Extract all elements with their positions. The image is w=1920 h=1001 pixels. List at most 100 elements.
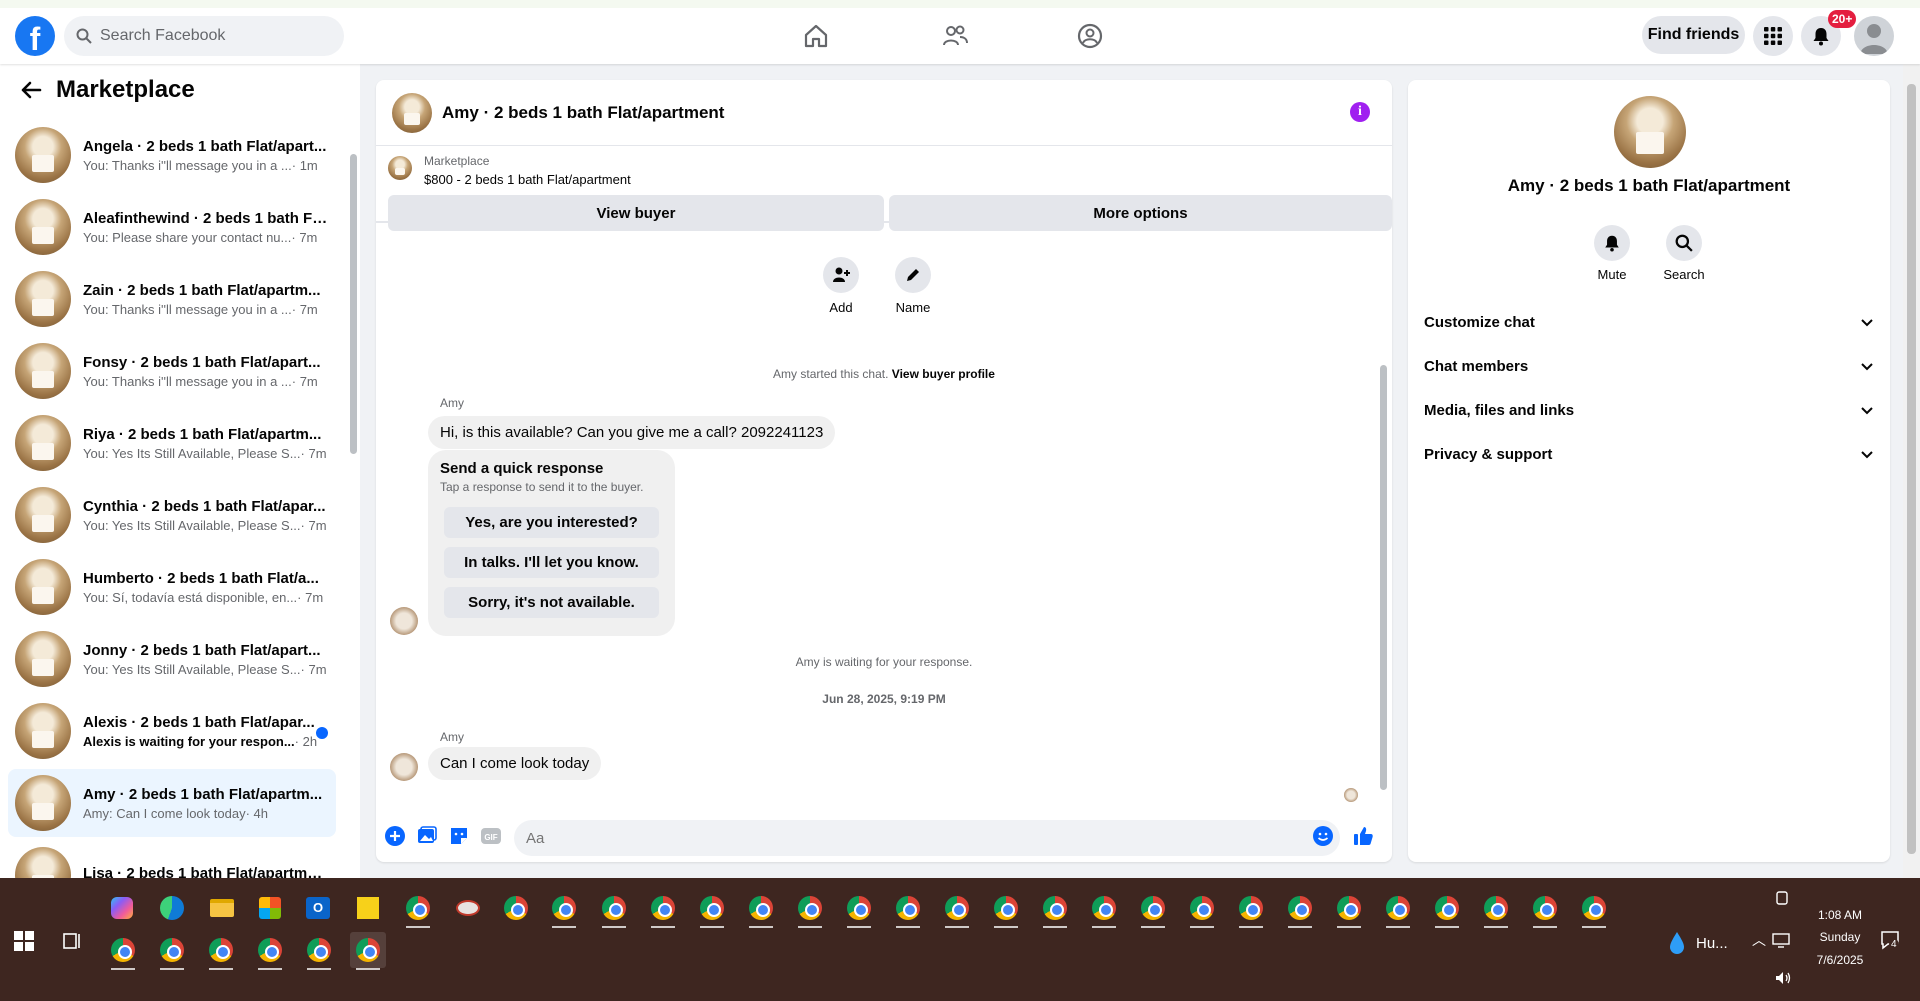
- buyer-avatar[interactable]: [390, 607, 418, 635]
- conversation-item[interactable]: Angela · 2 beds 1 bath Flat/apart... You:…: [8, 121, 336, 189]
- message-input[interactable]: [514, 820, 1340, 856]
- mute-action[interactable]: Mute: [1576, 225, 1648, 282]
- chrome-profile-icon[interactable]: [1429, 890, 1465, 928]
- chrome-profile-icon[interactable]: [792, 890, 828, 928]
- find-friends-button[interactable]: Find friends: [1642, 16, 1745, 54]
- chat-scrollbar[interactable]: [1380, 365, 1387, 790]
- conversation-item[interactable]: Alexis · 2 beds 1 bath Flat/apar... Alexi…: [8, 697, 336, 765]
- conversation-item[interactable]: Aleafinthewind · 2 beds 1 bath Fl... You:…: [8, 193, 336, 261]
- plus-circle-icon[interactable]: [384, 825, 406, 847]
- chrome-profile-icon[interactable]: [743, 890, 779, 928]
- outlook-icon[interactable]: O: [300, 890, 336, 926]
- menu-button[interactable]: [1753, 16, 1793, 56]
- page-scrollbar[interactable]: [1903, 64, 1920, 878]
- clock-day[interactable]: Sunday: [1806, 930, 1874, 944]
- chrome-profile-icon[interactable]: [400, 890, 436, 928]
- chrome-profile-icon[interactable]: [596, 890, 632, 928]
- volume-icon[interactable]: [1774, 970, 1792, 986]
- privacy-support-section[interactable]: Privacy & support: [1424, 434, 1874, 474]
- quick-reply-in-talks[interactable]: In talks. I'll let you know.: [444, 547, 659, 578]
- copilot-icon[interactable]: [104, 890, 140, 926]
- weather-widget[interactable]: Hu...: [1666, 930, 1728, 956]
- chevron-up-icon[interactable]: ︿: [1752, 930, 1766, 950]
- chrome-profile-icon[interactable]: [203, 932, 239, 970]
- chrome-profile-icon[interactable]: [1527, 890, 1563, 928]
- search-chat-action[interactable]: Search: [1648, 225, 1720, 282]
- network-icon[interactable]: [1772, 932, 1790, 948]
- chat-title[interactable]: Amy · 2 beds 1 bath Flat/apartment: [442, 103, 724, 123]
- chrome-profile-icon[interactable]: [546, 890, 582, 928]
- chat-members-section[interactable]: Chat members: [1424, 346, 1874, 386]
- chrome-profile-icon[interactable]: [694, 890, 730, 928]
- buyer-avatar[interactable]: [390, 753, 418, 781]
- quick-reply-interested[interactable]: Yes, are you interested?: [444, 507, 659, 538]
- chrome-profile-icon[interactable]: [301, 932, 337, 970]
- chrome-profile-icon[interactable]: [154, 932, 190, 970]
- app-icon[interactable]: [450, 890, 486, 926]
- friends-icon[interactable]: [941, 22, 969, 50]
- chrome-profile-icon[interactable]: [252, 932, 288, 970]
- conversation-item-active[interactable]: Amy · 2 beds 1 bath Flat/apartm... Amy: C…: [8, 769, 336, 837]
- conversation-item[interactable]: Fonsy · 2 beds 1 bath Flat/apart... You: …: [8, 337, 336, 405]
- chrome-profile-icon-active[interactable]: [350, 932, 386, 970]
- conversation-item[interactable]: Humberto · 2 beds 1 bath Flat/a... You: S…: [8, 553, 336, 621]
- chrome-profile-icon[interactable]: [645, 890, 681, 928]
- details-avatar[interactable]: [1614, 96, 1686, 168]
- info-icon[interactable]: i: [1350, 102, 1370, 122]
- name-chat-action[interactable]: Name: [878, 257, 948, 315]
- conversation-item[interactable]: Jonny · 2 beds 1 bath Flat/apart... You: …: [8, 625, 336, 693]
- view-buyer-button[interactable]: View buyer: [388, 195, 884, 231]
- view-buyer-profile-link[interactable]: View buyer profile: [892, 367, 995, 381]
- groups-icon[interactable]: [1076, 22, 1104, 50]
- home-icon[interactable]: [802, 22, 830, 50]
- clock-time[interactable]: 1:08 AM: [1806, 908, 1874, 922]
- customize-chat-section[interactable]: Customize chat: [1424, 302, 1874, 342]
- page-scrollbar-thumb[interactable]: [1907, 84, 1916, 854]
- chrome-icon[interactable]: [498, 890, 534, 926]
- chrome-profile-icon[interactable]: [1380, 890, 1416, 928]
- chrome-profile-icon[interactable]: [1135, 890, 1171, 928]
- chrome-profile-icon[interactable]: [1184, 890, 1220, 928]
- gif-icon[interactable]: GIF: [480, 825, 502, 847]
- edge-icon[interactable]: [154, 890, 190, 926]
- chrome-profile-icon[interactable]: [105, 932, 141, 970]
- chrome-profile-icon[interactable]: [1233, 890, 1269, 928]
- chat-avatar[interactable]: [392, 92, 432, 133]
- clock-date[interactable]: 7/6/2025: [1806, 953, 1874, 967]
- more-options-button[interactable]: More options: [889, 195, 1392, 231]
- sticky-notes-icon[interactable]: [350, 890, 386, 926]
- windows-start-icon[interactable]: [14, 931, 34, 951]
- media-files-links-section[interactable]: Media, files and links: [1424, 390, 1874, 430]
- chrome-profile-icon[interactable]: [1086, 890, 1122, 928]
- notification-center-icon[interactable]: 4: [1880, 930, 1900, 953]
- chrome-profile-icon[interactable]: [939, 890, 975, 928]
- listing-price-title[interactable]: $800 - 2 beds 1 bath Flat/apartment: [424, 172, 631, 187]
- conversation-item[interactable]: Zain · 2 beds 1 bath Flat/apartm... You: …: [8, 265, 336, 333]
- back-arrow-icon[interactable]: [20, 79, 42, 101]
- thumbs-up-icon[interactable]: [1352, 825, 1374, 847]
- chrome-profile-icon[interactable]: [1331, 890, 1367, 928]
- conversation-item[interactable]: Riya · 2 beds 1 bath Flat/apartm... You: …: [8, 409, 336, 477]
- photo-icon[interactable]: [416, 825, 438, 847]
- chrome-profile-icon[interactable]: [890, 890, 926, 928]
- conversation-item[interactable]: Lisa · 2 beds 1 bath Flat/apartme...: [8, 841, 336, 878]
- chrome-profile-icon[interactable]: [1576, 890, 1612, 928]
- chrome-profile-icon[interactable]: [1037, 890, 1073, 928]
- search-input[interactable]: Search Facebook: [64, 16, 344, 56]
- file-explorer-icon[interactable]: [204, 890, 240, 926]
- meet-now-icon[interactable]: [1774, 890, 1790, 906]
- sidebar-scrollbar[interactable]: [350, 154, 357, 454]
- facebook-logo[interactable]: f: [15, 16, 55, 56]
- store-icon[interactable]: [252, 890, 288, 926]
- add-people-action[interactable]: Add: [806, 257, 876, 315]
- chrome-profile-icon[interactable]: [1282, 890, 1318, 928]
- task-view-icon[interactable]: [62, 931, 82, 951]
- emoji-icon[interactable]: [1312, 825, 1334, 847]
- quick-reply-not-available[interactable]: Sorry, it's not available.: [444, 587, 659, 618]
- chrome-profile-icon[interactable]: [841, 890, 877, 928]
- conversation-item[interactable]: Cynthia · 2 beds 1 bath Flat/apar... You:…: [8, 481, 336, 549]
- chrome-profile-icon[interactable]: [988, 890, 1024, 928]
- chrome-profile-icon[interactable]: [1478, 890, 1514, 928]
- sticker-icon[interactable]: [448, 825, 470, 847]
- profile-avatar[interactable]: [1854, 16, 1894, 56]
